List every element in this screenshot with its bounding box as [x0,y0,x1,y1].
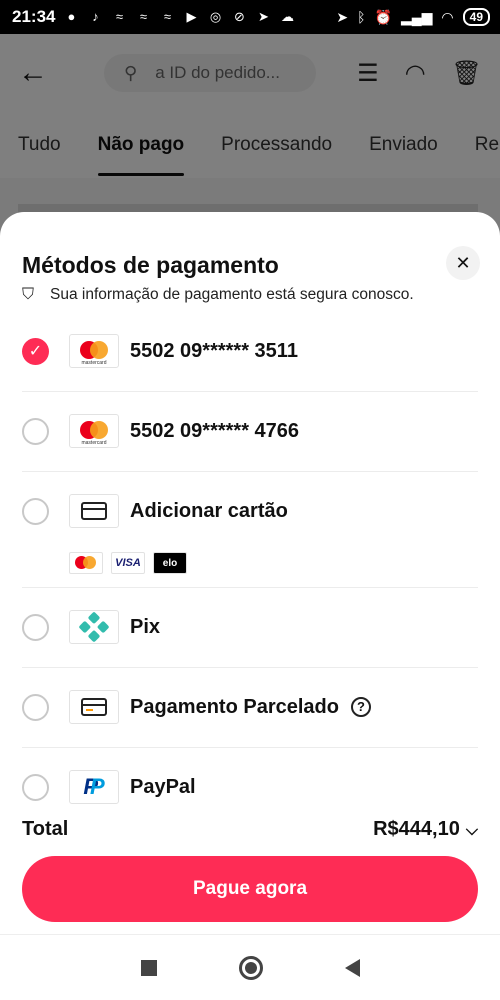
chevron-down-icon[interactable]: ⌵ [466,822,478,839]
bird-icon: ≈ [139,9,148,24]
radio-unselected[interactable] [22,614,49,641]
credit-card-icon [81,698,107,716]
status-time: 21:34 [12,7,56,26]
payment-option-label: Pagamento Parcelado? [130,696,371,719]
wifi-icon: ◠ [441,8,454,25]
radio-selected[interactable]: ✓ [22,338,49,365]
mastercard-icon: mastercard [78,341,110,366]
total-bar[interactable]: Total R$444,10 ⌵ [22,818,478,841]
location-icon: ➤ [336,8,349,25]
payment-methods-list: ✓ mastercard 5502 09****** 3511 masterca… [0,312,500,828]
signal-icon: ▂▄▆ [400,8,433,25]
payment-option-card-4766[interactable]: mastercard 5502 09****** 4766 [22,392,478,472]
app-icon: ⊘ [234,9,245,24]
bird-icon: ≈ [163,9,172,24]
radio-unselected[interactable] [22,418,49,445]
alarm-icon: ⏰ [374,8,392,25]
accepted-brands: VISA elo [69,552,187,574]
payment-methods-sheet: Métodos de pagamento ✕ ⛉ Sua informação … [0,212,500,934]
radio-unselected[interactable] [22,774,49,801]
payment-option-add-card[interactable]: Adicionar cartão VISA elo [22,472,478,588]
radio-unselected[interactable] [22,694,49,721]
bird-icon: ≈ [115,9,124,24]
app-icon: ◎ [209,9,222,24]
home-icon[interactable] [238,955,263,980]
payment-option-pix[interactable]: Pix [22,588,478,668]
card-logo [69,494,119,528]
payment-option-label: Adicionar cartão [130,500,288,522]
mastercard-brand-icon [69,552,103,574]
notification-icons: ● ♪ ≈ ≈ ≈ ▶ ◎ ⊘ ➤ ☁ [63,9,295,25]
total-label: Total [22,818,69,840]
status-bar: 21:34 ● ♪ ≈ ≈ ≈ ▶ ◎ ⊘ ➤ ☁ ➤ ᛒ ⏰ ▂▄▆ ◠ 49 [0,0,500,34]
send-icon: ➤ [258,9,269,24]
sheet-title: Métodos de pagamento [22,252,279,278]
battery-icon: 49 [462,8,490,26]
payment-option-label: 5502 09****** 4766 [130,420,300,442]
back-icon[interactable] [344,958,360,977]
installment-logo [69,690,119,724]
cloud-icon: ☁ [280,9,294,24]
system-icons: ➤ ᛒ ⏰ ▂▄▆ ◠ 49 [336,8,490,26]
radio-unselected[interactable] [22,498,49,525]
recent-apps-icon[interactable] [140,959,157,976]
paypal-logo: PP [69,770,119,804]
close-icon: ✕ [455,253,471,273]
paypal-icon: PP [83,774,105,799]
tiktok-icon: ♪ [92,9,99,24]
payment-option-label: PayPal [130,776,196,798]
credit-card-icon [81,502,107,520]
system-navigation-bar [0,934,500,1000]
app-icon: ● [67,9,76,24]
payment-option-card-3511[interactable]: ✓ mastercard 5502 09****** 3511 [22,312,478,392]
visa-brand-icon: VISA [111,552,145,574]
help-icon[interactable]: ? [350,697,371,717]
pay-now-button[interactable]: Pague agora [22,856,478,922]
elo-brand-icon: elo [153,552,187,574]
youtube-icon: ▶ [186,9,197,24]
payment-option-label: Pix [130,616,161,638]
bluetooth-icon: ᛒ [357,9,366,25]
mastercard-logo: mastercard [69,334,119,368]
pix-logo [69,610,119,644]
payment-option-paypal[interactable]: PP PayPal [22,748,478,828]
mastercard-logo: mastercard [69,414,119,448]
secure-notice: ⛉ Sua informação de pagamento está segur… [22,286,414,304]
mastercard-icon: mastercard [78,421,110,446]
pix-icon [78,611,110,643]
payment-option-label: 5502 09****** 3511 [130,340,298,362]
total-amount: R$444,10 ⌵ [373,818,478,840]
secure-text: Sua informação de pagamento está segura … [50,286,414,303]
shield-icon: ⛉ [22,286,35,303]
close-button[interactable]: ✕ [446,246,480,280]
payment-option-installments[interactable]: Pagamento Parcelado? [22,668,478,748]
